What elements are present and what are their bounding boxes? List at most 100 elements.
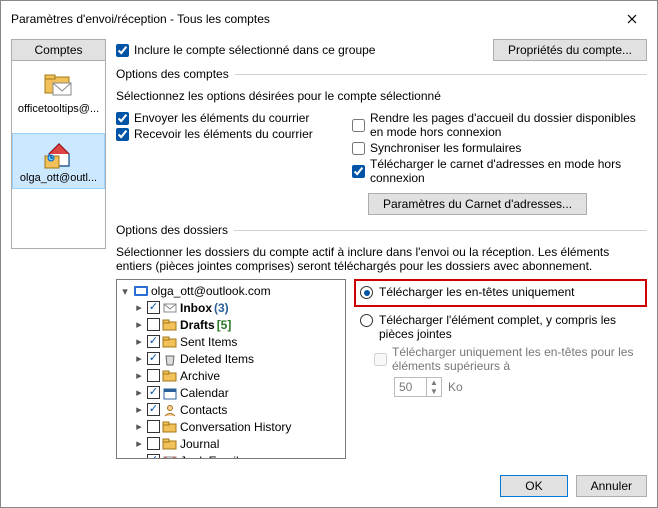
folder-icon bbox=[162, 420, 178, 434]
tree-item[interactable]: Drafts [5] bbox=[119, 316, 343, 333]
download-headers-over-checkbox: Télécharger uniquement les en-têtes pour… bbox=[374, 345, 647, 373]
tree-checkbox[interactable] bbox=[147, 437, 160, 450]
tree-checkbox[interactable] bbox=[147, 301, 160, 314]
close-button[interactable] bbox=[617, 9, 647, 29]
dialog: Paramètres d'envoi/réception - Tous les … bbox=[0, 0, 658, 508]
size-unit: Ko bbox=[448, 380, 463, 394]
tree-checkbox[interactable] bbox=[147, 369, 160, 382]
folder-options-desc: Sélectionner les dossiers du compte acti… bbox=[116, 245, 647, 273]
tree-checkbox[interactable] bbox=[147, 335, 160, 348]
folder-icon bbox=[162, 301, 178, 315]
send-mail-checkbox[interactable]: Envoyer les éléments du courrier bbox=[116, 111, 336, 125]
tree-item[interactable]: Journal bbox=[119, 435, 343, 452]
tree-item-label: Deleted Items bbox=[180, 352, 254, 366]
right-panel: Inclure le compte sélectionné dans ce gr… bbox=[116, 39, 647, 461]
download-headers-label: Télécharger les en-têtes uniquement bbox=[379, 285, 574, 299]
folder-options-legend: Options des dossiers bbox=[116, 223, 234, 237]
dialog-buttons: OK Annuler bbox=[1, 467, 657, 507]
tree-item-label: Inbox bbox=[180, 301, 212, 315]
tree-expander-icon[interactable] bbox=[133, 369, 145, 382]
download-ab-checkbox[interactable]: Télécharger le carnet d'adresses en mode… bbox=[352, 157, 647, 185]
account-label: officetooltips@... bbox=[16, 103, 102, 115]
tree-root[interactable]: olga_ott@outlook.com bbox=[119, 283, 343, 299]
cancel-button[interactable]: Annuler bbox=[576, 475, 647, 497]
radio-icon bbox=[360, 314, 373, 327]
accounts-header: Comptes bbox=[11, 39, 106, 61]
folder-options-group: Options des dossiers Sélectionner les do… bbox=[116, 223, 647, 461]
tree-expander-icon[interactable] bbox=[133, 318, 145, 331]
tree-item[interactable]: Calendar bbox=[119, 384, 343, 401]
include-account-input[interactable] bbox=[116, 44, 129, 57]
tree-checkbox[interactable] bbox=[147, 318, 160, 331]
dialog-title: Paramètres d'envoi/réception - Tous les … bbox=[11, 12, 270, 26]
folder-icon bbox=[162, 335, 178, 349]
account-label: olga_ott@outl... bbox=[16, 172, 102, 184]
account-item-1[interactable]: olga_ott@outl... bbox=[12, 133, 105, 189]
account-root-icon bbox=[133, 284, 149, 298]
download-full-label: Télécharger l'élément complet, y compris… bbox=[379, 313, 641, 341]
tree-expander-icon[interactable] bbox=[133, 335, 145, 348]
include-account-checkbox[interactable]: Inclure le compte sélectionné dans ce gr… bbox=[116, 43, 375, 57]
titlebar: Paramètres d'envoi/réception - Tous les … bbox=[1, 1, 657, 35]
folder-tree[interactable]: olga_ott@outlook.com Inbox (3)Drafts [5]… bbox=[116, 279, 346, 459]
tree-checkbox[interactable] bbox=[147, 454, 160, 459]
folder-icon bbox=[162, 437, 178, 451]
accounts-panel: Comptes officetooltips@... olga_ott@out bbox=[11, 39, 106, 461]
sync-forms-checkbox[interactable]: Synchroniser les formulaires bbox=[352, 141, 647, 155]
accounts-list: officetooltips@... olga_ott@outl... bbox=[11, 61, 106, 249]
folder-icon bbox=[162, 318, 178, 332]
account-options-desc: Sélectionnez les options désirées pour l… bbox=[116, 89, 647, 103]
account-properties-button[interactable]: Propriétés du compte... bbox=[493, 39, 647, 61]
size-threshold-spinner: 50 ▲ ▼ Ko bbox=[394, 377, 647, 397]
tree-expander-icon[interactable] bbox=[133, 454, 145, 459]
account-item-0[interactable]: officetooltips@... bbox=[12, 65, 105, 119]
tree-item-label: Junk Email bbox=[180, 454, 239, 460]
tree-item[interactable]: Inbox (3) bbox=[119, 299, 343, 316]
tree-item[interactable]: Archive bbox=[119, 367, 343, 384]
download-headers-radio[interactable]: Télécharger les en-têtes uniquement bbox=[354, 279, 647, 307]
download-options: Télécharger les en-têtes uniquement Télé… bbox=[354, 279, 647, 459]
tree-expander-icon[interactable] bbox=[119, 285, 131, 298]
tree-item-label: Contacts bbox=[180, 403, 227, 417]
folder-mail-icon bbox=[43, 69, 75, 101]
tree-root-label: olga_ott@outlook.com bbox=[151, 284, 271, 298]
include-account-label: Inclure le compte sélectionné dans ce gr… bbox=[134, 43, 375, 57]
tree-item-label: Calendar bbox=[180, 386, 229, 400]
tree-expander-icon[interactable] bbox=[133, 420, 145, 433]
tree-item-label: Conversation History bbox=[180, 420, 291, 434]
tree-item[interactable]: Sent Items bbox=[119, 333, 343, 350]
address-book-params-button[interactable]: Paramètres du Carnet d'adresses... bbox=[368, 193, 587, 215]
tree-item[interactable]: Conversation History bbox=[119, 418, 343, 435]
tree-expander-icon[interactable] bbox=[133, 437, 145, 450]
tree-item[interactable]: Contacts bbox=[119, 401, 343, 418]
folder-icon bbox=[162, 403, 178, 417]
folder-icon bbox=[162, 386, 178, 400]
tree-item-label: Sent Items bbox=[180, 335, 237, 349]
tree-item[interactable]: Deleted Items bbox=[119, 350, 343, 367]
tree-expander-icon[interactable] bbox=[133, 301, 145, 314]
tree-checkbox[interactable] bbox=[147, 386, 160, 399]
account-options-group: Options des comptes Sélectionnez les opt… bbox=[116, 67, 647, 217]
radio-icon bbox=[360, 286, 373, 299]
tree-expander-icon[interactable] bbox=[133, 386, 145, 399]
tree-checkbox[interactable] bbox=[147, 352, 160, 365]
receive-mail-checkbox[interactable]: Recevoir les éléments du courrier bbox=[116, 127, 336, 141]
offline-home-checkbox[interactable]: Rendre les pages d'accueil du dossier di… bbox=[352, 111, 647, 139]
folder-icon bbox=[162, 369, 178, 383]
tree-expander-icon[interactable] bbox=[133, 403, 145, 416]
size-value: 50 bbox=[395, 380, 426, 394]
tree-item-count: (3) bbox=[214, 301, 229, 315]
close-icon bbox=[627, 14, 637, 24]
spinner-up-icon: ▲ bbox=[426, 378, 441, 387]
home-mail-icon bbox=[43, 138, 75, 170]
tree-item[interactable]: Junk Email bbox=[119, 452, 343, 459]
tree-checkbox[interactable] bbox=[147, 403, 160, 416]
tree-expander-icon[interactable] bbox=[133, 352, 145, 365]
account-options-legend: Options des comptes bbox=[116, 67, 235, 81]
tree-item-label: Drafts bbox=[180, 318, 215, 332]
tree-checkbox[interactable] bbox=[147, 420, 160, 433]
download-full-radio[interactable]: Télécharger l'élément complet, y compris… bbox=[354, 311, 647, 343]
folder-icon bbox=[162, 352, 178, 366]
ok-button[interactable]: OK bbox=[500, 475, 567, 497]
spinner-down-icon: ▼ bbox=[426, 387, 441, 396]
